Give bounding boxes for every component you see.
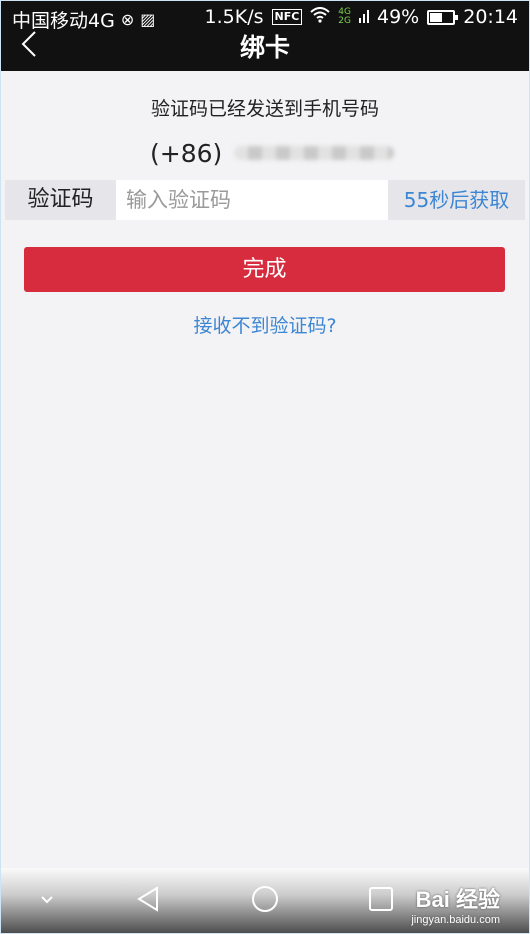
battery-level — [430, 12, 442, 22]
network-speed: 1.5K/s — [204, 6, 264, 28]
verification-code-input[interactable] — [116, 180, 388, 220]
code-label: 验证码 — [27, 187, 94, 212]
sent-message: 验证码已经发送到手机号码 — [150, 98, 379, 120]
network-type-icon: 4G 2G — [338, 8, 351, 26]
baidu-watermark: Bai 经验 jingyan.baidu.com — [411, 882, 500, 926]
phone-prefix: (+86) — [150, 138, 223, 168]
wifi-icon — [310, 7, 330, 27]
net-2g-label: 2G — [338, 16, 351, 26]
done-button[interactable]: 完成 — [24, 247, 505, 292]
watermark-url: jingyan.baidu.com — [411, 914, 500, 926]
image-notification-icon: ▨ — [140, 10, 156, 29]
navigation-bar: Bai 经验 jingyan.baidu.com — [0, 868, 530, 934]
battery-icon — [427, 9, 459, 25]
clock: 20:14 — [463, 6, 518, 28]
phone-number: (+86) — [150, 137, 395, 169]
page-title: 绑卡 — [239, 33, 290, 62]
watermark-brand: Bai 经验 — [415, 887, 500, 912]
home-nav-icon[interactable] — [248, 882, 282, 916]
masked-phone-number — [234, 146, 395, 160]
do-not-disturb-icon: ⊗ — [120, 10, 135, 29]
recent-apps-icon[interactable] — [364, 882, 398, 916]
verification-code-row: 验证码 55秒后获取 — [5, 180, 525, 220]
top-bar: 中国移动4G ⊗ ▨ 1.5K/s NFC 4G 2G 49% 20:14 绑卡 — [0, 0, 530, 71]
signal-icon — [359, 6, 369, 28]
nfc-icon: NFC — [271, 9, 303, 25]
hide-keyboard-icon[interactable] — [30, 882, 64, 916]
battery-percent: 49% — [377, 6, 420, 28]
back-nav-icon[interactable] — [131, 882, 165, 916]
resend-code-button[interactable]: 55秒后获取 — [388, 180, 525, 220]
no-code-received-link[interactable]: 接收不到验证码? — [0, 311, 530, 338]
status-bar-right: 1.5K/s NFC 4G 2G 49% 20:14 — [205, 6, 518, 28]
